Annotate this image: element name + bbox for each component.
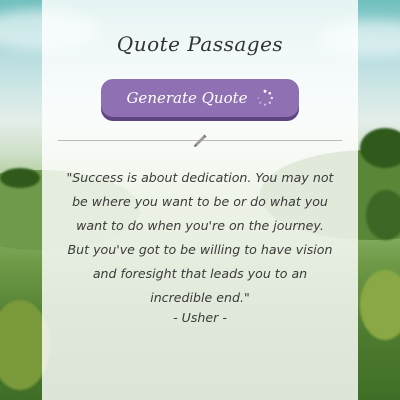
page-title: Quote Passages [116,32,284,56]
generate-quote-label: Generate Quote [126,89,248,107]
spinner-icon [256,89,273,106]
pen-icon [194,134,207,147]
quote-text: "Success is about dedication. You may no… [66,170,334,305]
quote-panel: Quote Passages Generate Quote "Success i… [42,0,358,400]
quote-author: - Usher - [173,310,227,325]
generate-quote-button[interactable]: Generate Quote [101,79,299,117]
